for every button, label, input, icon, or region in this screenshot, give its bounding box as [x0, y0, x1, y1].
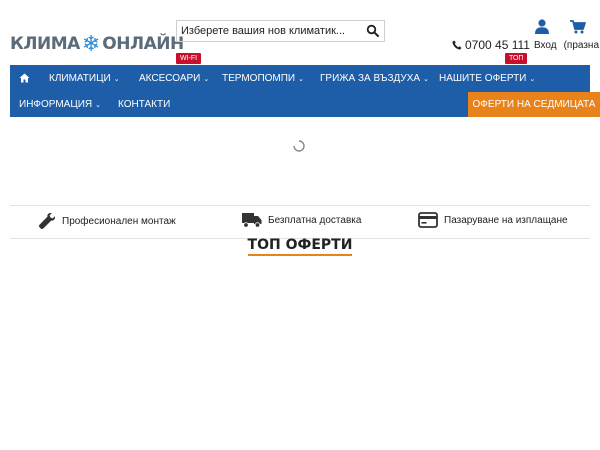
nav-item-accessories[interactable]: АКСЕСОАРИ ⌄ [139, 73, 209, 84]
chevron-down-icon: ⌄ [203, 76, 210, 83]
top-badge: ТОП [505, 53, 528, 64]
feature-label: Пазаруване на изплащане [444, 214, 568, 226]
search-box [176, 20, 385, 42]
home-icon[interactable] [19, 73, 30, 83]
main-nav: КЛИМАТИЦИ ⌄ АКСЕСОАРИ ⌄ ТЕРМОПОМПИ ⌄ ГРИЖА … [10, 65, 600, 117]
feature-label: Професионален монтаж [62, 215, 176, 227]
wifi-badge: WI-FI [176, 53, 202, 64]
nav-item-air-care[interactable]: ГРИЖА ЗА ВЪЗДУХА ⌄ [320, 73, 429, 84]
login-link[interactable]: Вход [534, 40, 557, 51]
chevron-down-icon: ⌄ [529, 76, 536, 83]
nav-label-air-care: ГРИЖА ЗА ВЪЗДУХА [320, 73, 421, 84]
search-input[interactable] [177, 21, 361, 41]
phone-number[interactable]: 0700 45 111 [465, 38, 530, 52]
nav-label-information: ИНФОРМАЦИЯ [19, 99, 93, 110]
chevron-down-icon: ⌄ [423, 76, 429, 83]
chevron-down-icon: ⌄ [113, 76, 120, 83]
chevron-down-icon: ⌄ [95, 102, 102, 109]
truck-icon [242, 213, 262, 228]
section-title-wrapper: ТОП ОФЕРТИ [0, 236, 600, 256]
nav-label-contacts: КОНТАКТИ [118, 99, 171, 110]
nav-item-contacts[interactable]: КОНТАКТИ [118, 99, 170, 110]
feature-item: Пазаруване на изплащане [418, 212, 568, 228]
feature-label: Безплатна доставка [268, 214, 362, 226]
nav-label-accessories: АКСЕСОАРИ [139, 73, 201, 84]
chevron-down-icon: ⌄ [298, 76, 304, 83]
features-strip: Професионален монтаж Безплатна доставка … [10, 205, 590, 239]
nav-label-heat-pumps: ТЕРМОПОМПИ [222, 73, 296, 84]
logo-text-left: КЛИМА [10, 34, 80, 54]
nav-item-heat-pumps[interactable]: ТЕРМОПОМПИ ⌄ [222, 73, 304, 84]
user-icon[interactable] [535, 19, 549, 34]
snowflake-icon: ❄ [81, 31, 101, 56]
site-logo[interactable]: КЛИМА ❄ ОНЛАЙН [10, 32, 184, 56]
feature-item: Професионален монтаж [38, 212, 176, 230]
wrench-icon [38, 213, 55, 230]
cart-status[interactable]: (празна [564, 40, 599, 51]
contact-row: 0700 45 111 Вход (празна [452, 38, 599, 52]
phone-icon [452, 40, 462, 50]
credit-card-icon [418, 212, 438, 228]
loading-spinner-icon [293, 140, 305, 152]
feature-item: Безплатна доставка [242, 212, 361, 228]
nav-item-air-conditioners[interactable]: КЛИМАТИЦИ ⌄ [49, 73, 120, 84]
cart-icon[interactable] [570, 20, 586, 34]
logo-text-right: ОНЛАЙН [102, 34, 184, 54]
nav-item-our-offers[interactable]: НАШИТЕ ОФЕРТИ ⌄ [439, 73, 535, 84]
nav-label-our-offers: НАШИТЕ ОФЕРТИ [439, 73, 527, 84]
search-icon[interactable] [366, 24, 380, 38]
nav-item-information[interactable]: ИНФОРМАЦИЯ ⌄ [19, 99, 101, 110]
weekly-offers-button[interactable]: ОФЕРТИ НА СЕДМИЦАТА [468, 92, 600, 117]
section-title: ТОП ОФЕРТИ [247, 237, 353, 256]
nav-label-air-conditioners: КЛИМАТИЦИ [49, 73, 111, 84]
